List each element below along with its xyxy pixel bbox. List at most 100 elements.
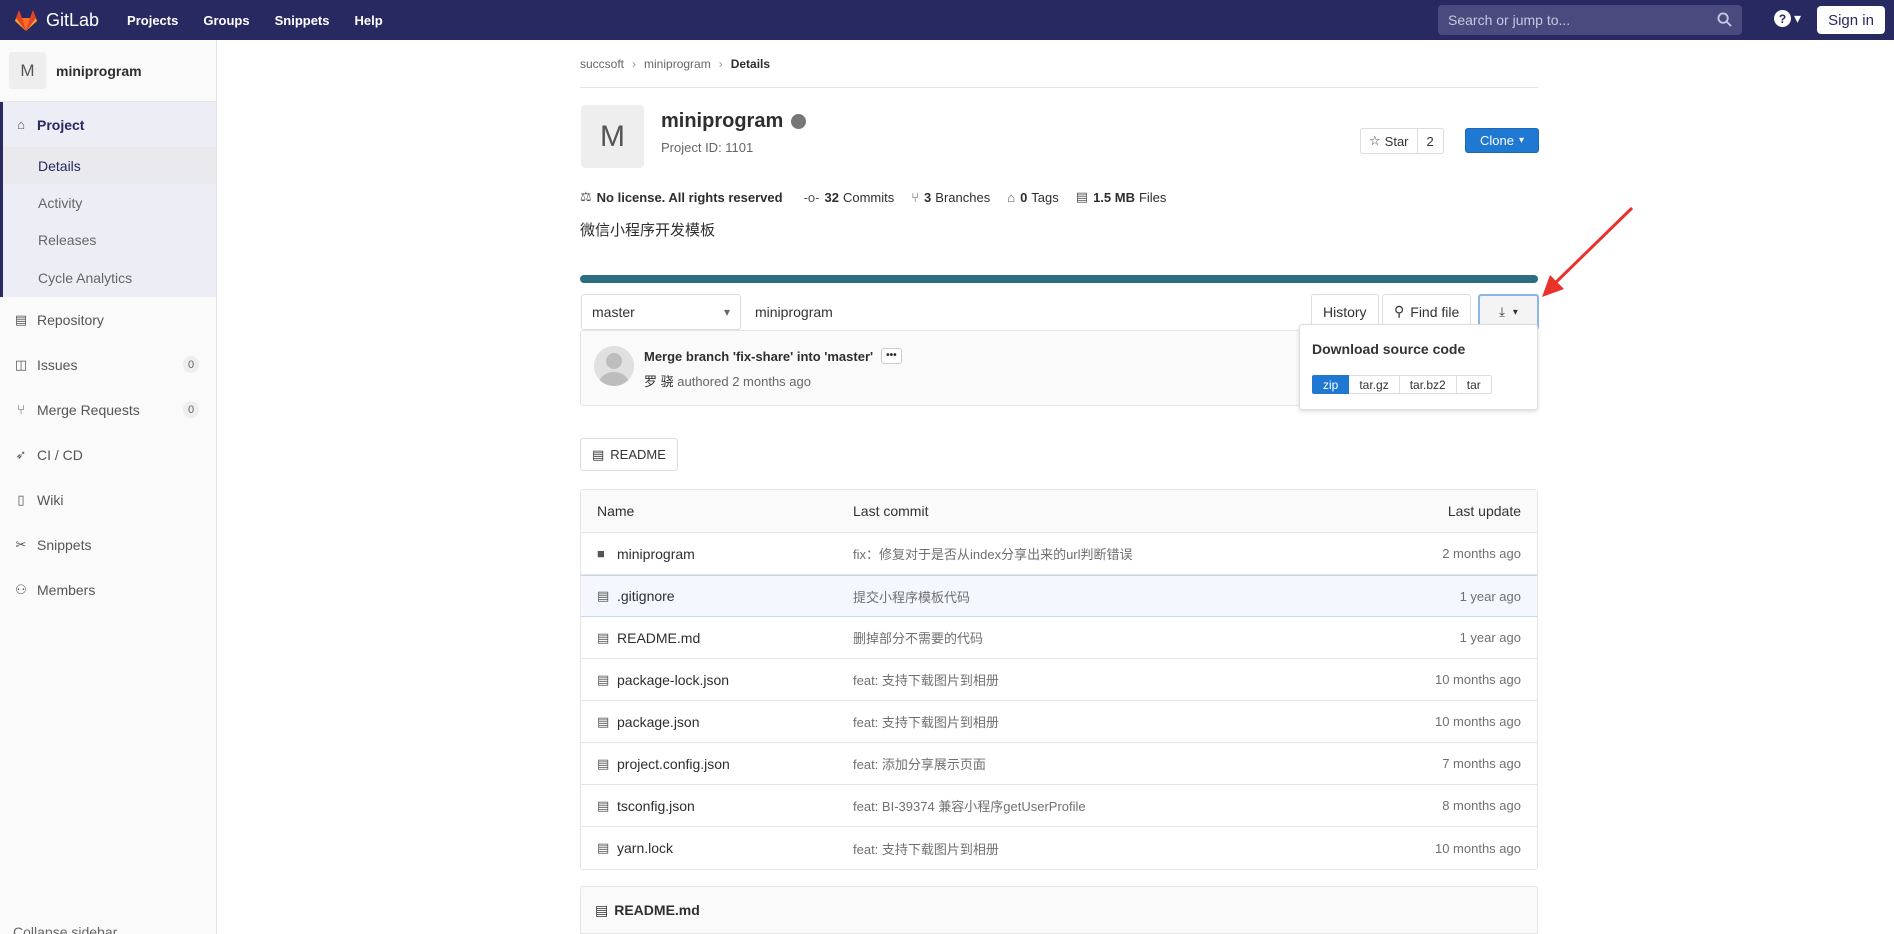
help-dropdown[interactable]: ? ▾ [1774,10,1801,27]
sidebar-subitem-activity[interactable]: Activity [3,184,216,221]
file-name-cell[interactable]: ▤ package-lock.json [597,672,729,688]
table-row[interactable]: ▤ yarn.lock feat: 支持下载图片到相册 10 months ago [581,827,1537,869]
readme-button[interactable]: ▤ README [580,438,678,471]
rocket-icon: ➶ [15,446,27,462]
readme-panel-header: ▤ README.md [580,886,1538,934]
file-name-cell[interactable]: ▤ project.config.json [597,756,730,772]
sidebar-item-merge-requests[interactable]: ⑂ Merge Requests 0 [0,387,216,432]
tags-stat[interactable]: ⌂ 0 Tags [1007,190,1059,205]
globe-icon [791,114,807,129]
commit-message-cell[interactable]: 提交小程序模板代码 [853,587,970,606]
table-row[interactable]: ▤ package-lock.json feat: 支持下载图片到相册 10 mo… [581,659,1537,701]
file-name: package-lock.json [617,671,730,688]
clone-label: Clone [1480,133,1514,148]
download-zip-button[interactable]: zip [1312,375,1350,394]
nav-snippets[interactable]: Snippets [275,13,330,28]
license-stat[interactable]: ⚖ No license. All rights reserved [580,189,787,205]
commits-count: 32 [824,189,839,205]
commit-message-cell[interactable]: 删掉部分不需要的代码 [853,628,983,647]
commit-message-cell[interactable]: feat: 支持下载图片到相册 [853,839,999,858]
chevron-right-icon: › [632,56,637,71]
download-tar-gz-button[interactable]: tar.gz [1349,375,1400,394]
table-row[interactable]: ▤ project.config.json feat: 添加分享展示页面 7 mo… [581,743,1537,785]
files-stat[interactable]: ▤ 1.5 MB Files [1076,189,1167,205]
sidebar-item-issues[interactable]: ◫ Issues 0 [0,342,216,387]
files-label: Files [1138,189,1167,205]
file-name: .gitignore [617,588,675,604]
expand-commit-button[interactable]: ••• [881,348,902,364]
table-row[interactable]: ▤ README.md 删掉部分不需要的代码 1 year ago [581,617,1537,659]
update-time-cell: 8 months ago [1442,798,1521,813]
commit-title[interactable]: Merge branch 'fix-share' into 'master' •… [644,348,902,364]
branch-name: master [592,304,635,320]
file-name-cell[interactable]: ▤ .gitignore [597,588,675,604]
readme-panel-title[interactable]: README.md [614,902,700,918]
issues-count-badge: 0 [183,356,199,373]
file-name-cell[interactable]: ■ miniprogram [597,546,695,562]
sidebar-item-project[interactable]: ⌂ Project [3,102,216,147]
sidebar-subitem-details[interactable]: Details [3,147,216,184]
sidebar-item-label: Wiki [37,491,64,508]
sidebar-subitem-cycle-analytics[interactable]: Cycle Analytics [3,258,216,297]
file-icon: ▤ [597,755,610,771]
update-time-cell: 7 months ago [1442,756,1521,771]
nav-help[interactable]: Help [355,13,383,28]
file-icon: ▤ [597,713,610,729]
sidebar-item-wiki[interactable]: ▯ Wiki [0,477,216,522]
gitlab-logo[interactable]: GitLab [14,9,99,31]
branches-stat[interactable]: ⑂ 3 Branches [911,190,990,205]
table-row[interactable]: ▤ package.json feat: 支持下载图片到相册 10 months … [581,701,1537,743]
chevron-down-icon: ▾ [1512,306,1518,318]
nav-groups[interactable]: Groups [203,13,249,28]
star-count[interactable]: 2 [1417,128,1444,154]
book-icon: ▯ [17,491,25,507]
user-silhouette-icon [594,346,634,386]
file-name-cell[interactable]: ▤ yarn.lock [597,840,673,856]
file-name-cell[interactable]: ▤ package.json [597,714,700,730]
file-name-cell[interactable]: ▤ README.md [597,630,700,646]
commit-author[interactable]: 罗 骁 [644,374,674,389]
download-tar-button[interactable]: tar [1456,375,1492,394]
sidebar-item-snippets[interactable]: ✂ Snippets [0,522,216,567]
sign-in-button[interactable]: Sign in [1817,6,1885,34]
repo-path[interactable]: miniprogram [755,304,833,320]
commit-meta: 罗 骁 authored 2 months ago [644,371,811,390]
annotation-arrow-icon [1542,206,1634,297]
table-row[interactable]: ▤ tsconfig.json feat: BI-39374 兼容小程序getUs… [581,785,1537,827]
sidebar-item-label: Repository [37,311,104,328]
sidebar-project-header[interactable]: M miniprogram [0,40,216,102]
collapse-sidebar-button[interactable]: Collapse sidebar [0,924,217,934]
commits-stat[interactable]: -o- 32 Commits [804,190,895,205]
commit-message-cell[interactable]: feat: 支持下载图片到相册 [853,712,999,731]
commit-message-cell[interactable]: feat: 添加分享展示页面 [853,754,986,773]
table-row[interactable]: ■ miniprogram fix：修复对于是否从index分享出来的url判断错… [581,533,1537,575]
collapse-label: Collapse sidebar [13,924,118,934]
sidebar-item-repository[interactable]: ▤ Repository [0,297,216,342]
sidebar-item-members[interactable]: ⚇ Members [0,567,216,612]
download-tar-bz2-button[interactable]: tar.bz2 [1399,375,1457,394]
breadcrumb-current[interactable]: Details [731,57,770,71]
breadcrumb-group[interactable]: succsoft [580,57,624,71]
project-avatar-large: M [581,105,644,168]
breadcrumb-project[interactable]: miniprogram [644,57,711,71]
commit-message-cell[interactable]: feat: 支持下载图片到相册 [853,670,999,689]
commit-icon: -o- [803,189,820,205]
commit-message-cell[interactable]: feat: BI-39374 兼容小程序getUserProfile [853,796,1086,815]
star-button[interactable]: ☆ Star [1360,128,1418,154]
avatar[interactable] [594,346,634,386]
clone-button[interactable]: Clone ▾ [1465,128,1539,153]
file-name-cell[interactable]: ▤ tsconfig.json [597,798,695,814]
sidebar-project-name: miniprogram [56,62,142,79]
search-input[interactable]: Search or jump to... [1438,5,1742,35]
commit-time: 2 months ago [732,374,811,389]
table-row[interactable]: ▤ .gitignore 提交小程序模板代码 1 year ago [581,575,1537,617]
branch-selector[interactable]: master ▾ [581,294,741,330]
sidebar-item-ci-cd[interactable]: ➶ CI / CD [0,432,216,477]
project-header: M miniprogram Project ID: 1101 ☆ Star 2 … [580,88,1539,183]
users-icon: ⚇ [15,581,27,597]
star-label: Star [1384,133,1409,149]
commit-message-cell[interactable]: fix：修复对于是否从index分享出来的url判断错误 [853,544,1133,563]
search-placeholder: Search or jump to... [1448,12,1571,28]
nav-projects[interactable]: Projects [127,13,178,28]
sidebar-subitem-releases[interactable]: Releases [3,221,216,258]
